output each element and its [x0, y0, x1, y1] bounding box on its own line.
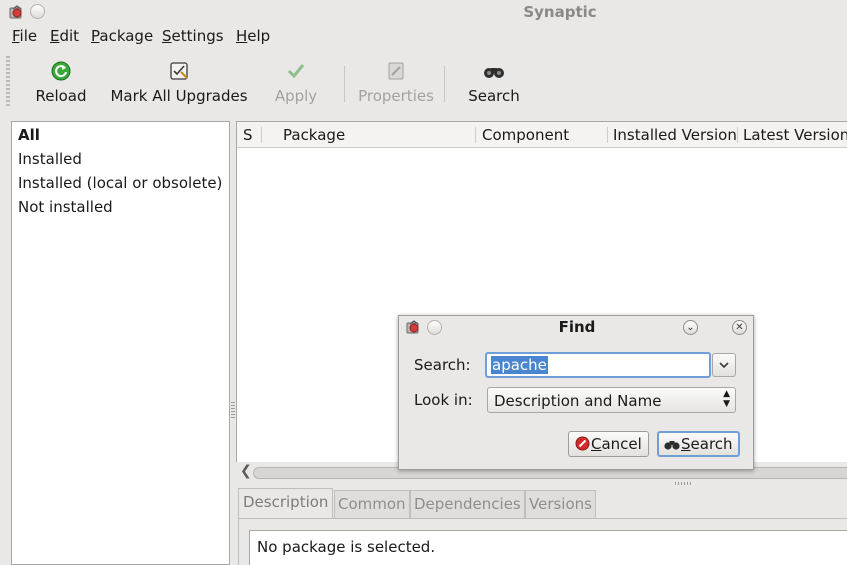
updown-arrows-icon: ▲ ▼ [723, 389, 730, 409]
properties-label: Properties [358, 87, 434, 105]
find-search-button[interactable]: Search [657, 431, 740, 457]
column-latest-version[interactable]: Latest Version [743, 126, 847, 144]
search-history-button[interactable] [712, 353, 736, 377]
search-field-label: Search: [414, 356, 471, 374]
look-in-label: Look in: [414, 391, 473, 409]
window-title: Synaptic [523, 3, 597, 21]
menu-package[interactable]: Package [91, 27, 153, 45]
search-input-value: apache [491, 356, 548, 374]
tab-dependencies[interactable]: Dependencies [410, 490, 525, 518]
mark-all-upgrades-label: Mark All Upgrades [110, 87, 248, 105]
column-separator [261, 127, 262, 143]
filter-item-not-installed[interactable]: Not installed [18, 198, 113, 216]
column-installed-version[interactable]: Installed Version [613, 126, 737, 144]
toolbar-separator [444, 66, 445, 102]
properties-button[interactable]: Properties [355, 52, 437, 114]
column-status[interactable]: S [243, 126, 253, 144]
column-component[interactable]: Component [482, 126, 569, 144]
title-bar: Synaptic [0, 0, 847, 24]
menu-bar: File Edit Package Settings Help [0, 25, 847, 49]
search-button[interactable]: Search [463, 52, 525, 114]
tab-versions[interactable]: Versions [525, 490, 596, 518]
close-icon[interactable]: ✕ [732, 320, 747, 335]
filter-item-installed-local[interactable]: Installed (local or obsolete) [18, 174, 222, 192]
filter-item-installed[interactable]: Installed [18, 150, 82, 168]
column-separator [475, 127, 476, 143]
properties-icon [388, 62, 404, 80]
package-list-header: S Package Component Installed Version La… [237, 122, 847, 148]
description-box: No package is selected. [249, 530, 847, 565]
tab-common[interactable]: Common [334, 490, 410, 518]
apply-button[interactable]: Apply [268, 52, 324, 114]
search-input[interactable]: apache [485, 352, 711, 378]
pane-resize-handle[interactable] [231, 402, 235, 418]
dialog-title: Find [558, 318, 596, 336]
reload-icon [51, 61, 71, 81]
tab-description[interactable]: Description [238, 488, 334, 519]
chevron-down-icon [719, 362, 729, 369]
find-dialog: Find ⌄ ✕ Search: apache Look in: Descrip… [398, 315, 754, 470]
reload-button[interactable]: Reload [30, 52, 92, 114]
toolbar: Reload Mark All Upgrades Apply Propertie… [0, 52, 847, 114]
menu-settings[interactable]: Settings [162, 27, 224, 45]
binoculars-icon [664, 441, 680, 450]
mark-all-upgrades-button[interactable]: Mark All Upgrades [110, 52, 248, 114]
filter-list: All Installed Installed (local or obsole… [11, 121, 230, 565]
menu-file[interactable]: File [12, 27, 37, 45]
column-separator [607, 127, 608, 143]
reload-label: Reload [35, 87, 87, 105]
minimize-icon[interactable]: ⌄ [683, 320, 698, 335]
menu-edit[interactable]: Edit [50, 27, 79, 45]
mark-upgrades-icon [170, 62, 188, 80]
menu-help[interactable]: Help [236, 27, 270, 45]
pane-resize-handle[interactable] [675, 482, 691, 485]
binoculars-icon [484, 68, 504, 78]
look-in-value: Description and Name [494, 392, 662, 410]
column-package[interactable]: Package [283, 126, 345, 144]
cancel-button[interactable]: Cancel [568, 431, 649, 457]
scroll-left-icon[interactable]: ❮ [240, 463, 252, 479]
toolbar-separator [344, 66, 345, 102]
apply-label: Apply [274, 87, 318, 105]
description-text: No package is selected. [257, 538, 436, 556]
look-in-select[interactable]: Description and Name ▲ ▼ [487, 387, 736, 413]
search-label: Search [468, 87, 520, 105]
column-separator [737, 127, 738, 143]
cancel-icon [575, 436, 590, 451]
filter-item-all[interactable]: All [18, 126, 40, 144]
checkmark-icon [287, 64, 305, 79]
